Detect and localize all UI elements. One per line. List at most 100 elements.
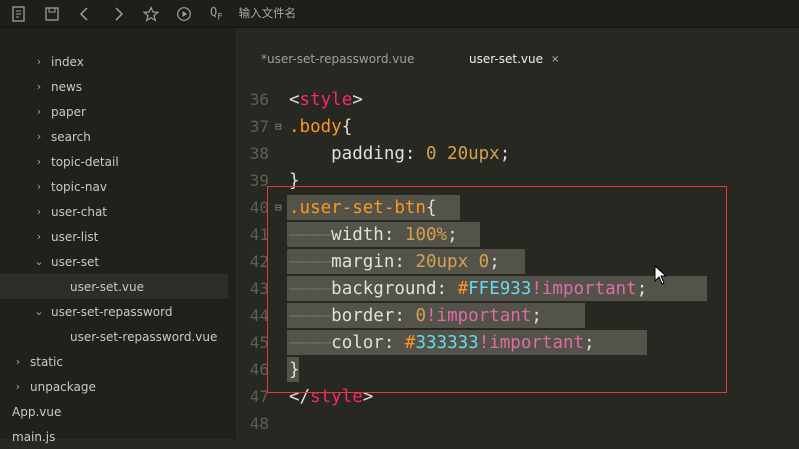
- code-text: </style>: [289, 387, 373, 407]
- tree-item-label: topic-nav: [51, 179, 107, 194]
- chevron-right-icon[interactable]: ›: [33, 230, 45, 243]
- chevron-right-icon[interactable]: ›: [33, 155, 45, 168]
- chevron-right-icon[interactable]: ›: [12, 380, 24, 393]
- code-text: <style>: [289, 90, 363, 110]
- tree-item-label: main.js: [12, 429, 56, 444]
- line-number: 45: [249, 333, 269, 352]
- code-token: {: [425, 197, 437, 218]
- save-icon[interactable]: [38, 0, 66, 27]
- code-token: ;: [636, 278, 648, 299]
- line-number: 39: [249, 171, 269, 190]
- tree-item[interactable]: ⌄ user-set: [0, 249, 228, 274]
- code-line[interactable]: 46}: [235, 356, 799, 383]
- chevron-right-icon[interactable]: ›: [12, 355, 24, 368]
- code-token: ————: [289, 278, 332, 299]
- line-number: 43: [249, 279, 269, 298]
- tree-item-label: user-set.vue: [70, 279, 144, 294]
- tree-item[interactable]: › paper: [0, 99, 228, 124]
- code-token: ————: [289, 332, 332, 353]
- tree-item-label: user-chat: [51, 204, 107, 219]
- tree-item[interactable]: › user-chat: [0, 199, 228, 224]
- tree-item[interactable]: user-set.vue: [0, 274, 228, 299]
- line-number: 37: [249, 117, 269, 136]
- star-icon[interactable]: [137, 0, 165, 27]
- code-token: style: [310, 386, 363, 407]
- code-line[interactable]: 43 ————background: #FFE933!important;: [235, 275, 799, 302]
- tree-item[interactable]: ⌄ user-set-repassword: [0, 299, 228, 324]
- code-text: }: [289, 171, 300, 191]
- forward-icon[interactable]: [104, 0, 132, 27]
- code-token: ;: [584, 332, 595, 353]
- code-line[interactable]: 42 ————margin: 20upx 0;: [235, 248, 799, 275]
- code-line[interactable]: 41 ————width: 100%;: [235, 221, 799, 248]
- code-token: FFE933: [468, 278, 532, 299]
- code-token: ;: [499, 143, 511, 164]
- chevron-right-icon[interactable]: ›: [33, 130, 45, 143]
- tree-item[interactable]: › unpackage: [0, 374, 228, 399]
- line-number: 42: [249, 252, 269, 271]
- chevron-right-icon[interactable]: ›: [33, 80, 45, 93]
- code-token: }: [289, 170, 300, 191]
- code-token: #: [404, 332, 416, 353]
- code-token: !important: [426, 305, 532, 326]
- tree-item[interactable]: › topic-detail: [0, 149, 228, 174]
- line-number: 36: [249, 90, 269, 109]
- line-number: 41: [249, 225, 269, 244]
- code-line[interactable]: 44 ————border: 0!important;: [235, 302, 799, 329]
- code-token: border:: [331, 305, 416, 326]
- tab-bar: *user-set-repassword.vue user-set.vue ×: [235, 28, 799, 83]
- code-line[interactable]: 38 padding: 0 20upx;: [235, 140, 799, 167]
- chevron-right-icon[interactable]: ›: [33, 180, 45, 193]
- chevron-right-icon[interactable]: ›: [33, 55, 45, 68]
- tree-item-label: user-set: [51, 254, 100, 269]
- fold-icon[interactable]: ⊟: [275, 201, 282, 214]
- code-text: ————width: 100%;: [289, 225, 458, 245]
- tab-user-set[interactable]: user-set.vue ×: [469, 50, 559, 68]
- line-number: 46: [249, 360, 269, 379]
- tree-item-label: news: [51, 79, 83, 94]
- code-token: ————: [289, 251, 332, 272]
- project-tree: › index › news › paper › search › topic-detail › to…: [0, 28, 235, 444]
- code-line[interactable]: 47 </style>: [235, 383, 799, 410]
- code-token: 100%: [404, 224, 448, 245]
- back-icon[interactable]: [71, 0, 99, 27]
- code-text: ————margin: 20upx 0;: [289, 252, 500, 272]
- tab-label: user-set.vue: [469, 52, 543, 66]
- code-line[interactable]: 37 ⊟ .body{: [235, 113, 799, 140]
- code-line[interactable]: 39}: [235, 167, 799, 194]
- code-token: >: [352, 89, 363, 110]
- tree-item[interactable]: › user-list: [0, 224, 228, 249]
- code-token: ;: [489, 251, 500, 272]
- tree-item-label: topic-detail: [51, 154, 119, 169]
- tree-item[interactable]: App.vue: [0, 399, 228, 424]
- tab-user-set-repassword[interactable]: *user-set-repassword.vue: [261, 50, 414, 68]
- tree-item[interactable]: › topic-nav: [0, 174, 228, 199]
- new-file-icon[interactable]: [5, 0, 33, 27]
- close-icon[interactable]: ×: [551, 54, 559, 65]
- chevron-right-icon[interactable]: ›: [33, 205, 45, 218]
- tree-item[interactable]: main.js: [0, 424, 228, 449]
- code-token: !important: [478, 332, 585, 353]
- chevron-down-icon[interactable]: ⌄: [33, 305, 45, 318]
- tree-item[interactable]: › news: [0, 74, 228, 99]
- mouse-cursor-icon: [654, 265, 668, 285]
- tree-item[interactable]: › search: [0, 124, 228, 149]
- run-icon[interactable]: [170, 0, 198, 27]
- code-token: width:: [331, 224, 405, 245]
- code-editor[interactable]: *user-set-repassword.vue user-set.vue × …: [235, 28, 799, 439]
- chevron-right-icon[interactable]: ›: [33, 105, 45, 118]
- code-line[interactable]: 40 ⊟ .user-set-btn{: [235, 194, 799, 221]
- file-search-input[interactable]: [236, 5, 421, 22]
- tree-item[interactable]: › static: [0, 349, 228, 374]
- fold-icon[interactable]: ⊟: [275, 120, 282, 133]
- chevron-down-icon[interactable]: ⌄: [33, 255, 45, 268]
- line-number: 40: [249, 198, 269, 217]
- code-line[interactable]: 48: [235, 410, 799, 437]
- code-token: padding:: [289, 143, 426, 164]
- code-line[interactable]: 36 <style>: [235, 86, 799, 113]
- code-text: .body{: [289, 117, 352, 137]
- tree-item[interactable]: › index: [0, 49, 228, 74]
- tree-item[interactable]: user-set-repassword.vue: [0, 324, 228, 349]
- code-line[interactable]: 45 ————color: #333333!important;: [235, 329, 799, 356]
- code-text: .user-set-btn{: [289, 198, 437, 218]
